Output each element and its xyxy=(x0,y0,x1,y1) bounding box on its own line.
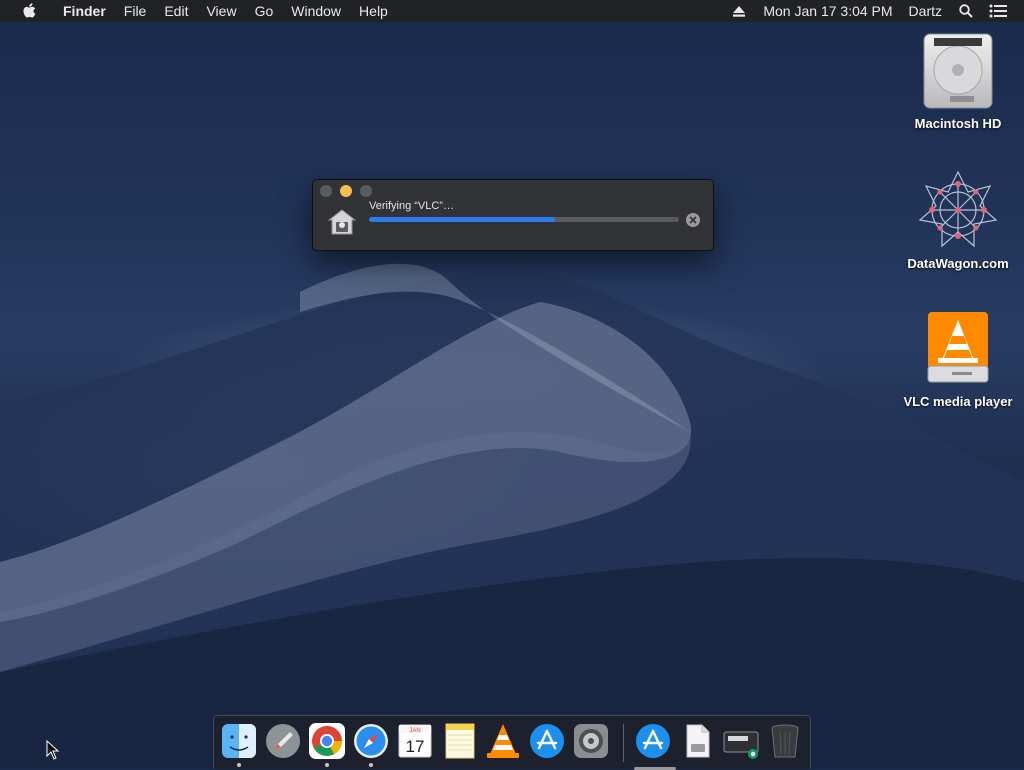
dock-safari[interactable] xyxy=(352,722,390,767)
menu-edit[interactable]: Edit xyxy=(155,0,197,22)
safari-icon xyxy=(354,724,388,758)
finder-icon xyxy=(222,724,256,758)
dock-app-store[interactable] xyxy=(528,722,566,760)
dock-chrome[interactable] xyxy=(308,722,346,767)
datawagon-logo-icon xyxy=(918,170,998,248)
system-preferences-icon xyxy=(574,724,608,758)
desktop-wallpaper xyxy=(0,263,1024,768)
verifying-progress-window: Verifying “VLC”… xyxy=(312,179,714,251)
menu-user[interactable]: Dartz xyxy=(901,0,950,22)
notes-icon xyxy=(445,723,475,759)
dock-system-preferences[interactable] xyxy=(572,722,610,760)
menu-go[interactable]: Go xyxy=(246,0,283,22)
window-zoom-button[interactable] xyxy=(360,185,372,197)
launchpad-icon xyxy=(266,724,300,758)
dock-vlc[interactable] xyxy=(484,722,522,760)
cancel-verification-button[interactable] xyxy=(686,213,700,227)
desktop-icon-datawagon[interactable]: DataWagon.com xyxy=(898,168,1018,271)
disk-image-icon xyxy=(723,731,759,759)
menu-clock[interactable]: Mon Jan 17 3:04 PM xyxy=(755,0,900,22)
vlc-icon xyxy=(487,724,519,758)
running-indicator xyxy=(325,763,329,767)
menu-file[interactable]: File xyxy=(115,0,156,22)
trash-icon xyxy=(771,724,799,758)
dock: JAN 17 xyxy=(213,715,811,770)
menu-help[interactable]: Help xyxy=(350,0,397,22)
menu-view[interactable]: View xyxy=(197,0,245,22)
desktop-icon-label: Macintosh HD xyxy=(914,116,1002,131)
progress-bar xyxy=(369,217,679,222)
mouse-pointer-icon xyxy=(46,740,60,760)
dock-document[interactable] xyxy=(678,722,716,760)
menu-bar: Finder File Edit View Go Window Help Mon… xyxy=(0,0,1024,22)
app-store-icon xyxy=(530,724,564,758)
calendar-month: JAN xyxy=(409,728,420,734)
progress-title: Verifying “VLC”… xyxy=(369,200,454,212)
progress-bar-fill xyxy=(369,217,555,222)
running-indicator xyxy=(369,763,373,767)
dock-trash[interactable] xyxy=(766,722,804,760)
dock-separator xyxy=(623,724,624,762)
dock-disk-image[interactable] xyxy=(722,722,760,760)
menu-window[interactable]: Window xyxy=(282,0,350,22)
desktop-icon-label: VLC media player xyxy=(903,394,1013,409)
dock-launchpad[interactable] xyxy=(264,722,302,760)
hard-drive-icon xyxy=(923,33,993,109)
menu-app-name[interactable]: Finder xyxy=(54,0,115,22)
house-lock-icon xyxy=(327,209,357,235)
eject-icon[interactable] xyxy=(729,0,749,22)
window-close-button[interactable] xyxy=(320,185,332,197)
desktop-icon-label: DataWagon.com xyxy=(907,256,1009,271)
app-store-folder-icon xyxy=(636,724,670,758)
chrome-icon xyxy=(309,723,345,759)
vlc-disk-image-icon xyxy=(927,312,989,383)
notification-center-icon[interactable] xyxy=(988,0,1008,22)
close-icon xyxy=(689,216,697,224)
dock-app-store-folder[interactable] xyxy=(634,722,676,770)
apple-menu-icon[interactable] xyxy=(18,0,40,22)
dock-finder[interactable] xyxy=(220,722,258,767)
window-minimize-button[interactable] xyxy=(340,185,352,197)
desktop-icon-vlc-media-player[interactable]: VLC media player xyxy=(898,308,1018,409)
document-icon xyxy=(686,724,710,758)
calendar-day: 17 xyxy=(406,737,425,756)
dock-calendar[interactable]: JAN 17 xyxy=(396,722,434,760)
spotlight-search-icon[interactable] xyxy=(956,0,976,22)
running-indicator xyxy=(237,763,241,767)
calendar-icon: JAN 17 xyxy=(398,724,432,758)
dock-notes[interactable] xyxy=(440,722,478,760)
desktop-icon-macintosh-hd[interactable]: Macintosh HD xyxy=(898,30,1018,131)
